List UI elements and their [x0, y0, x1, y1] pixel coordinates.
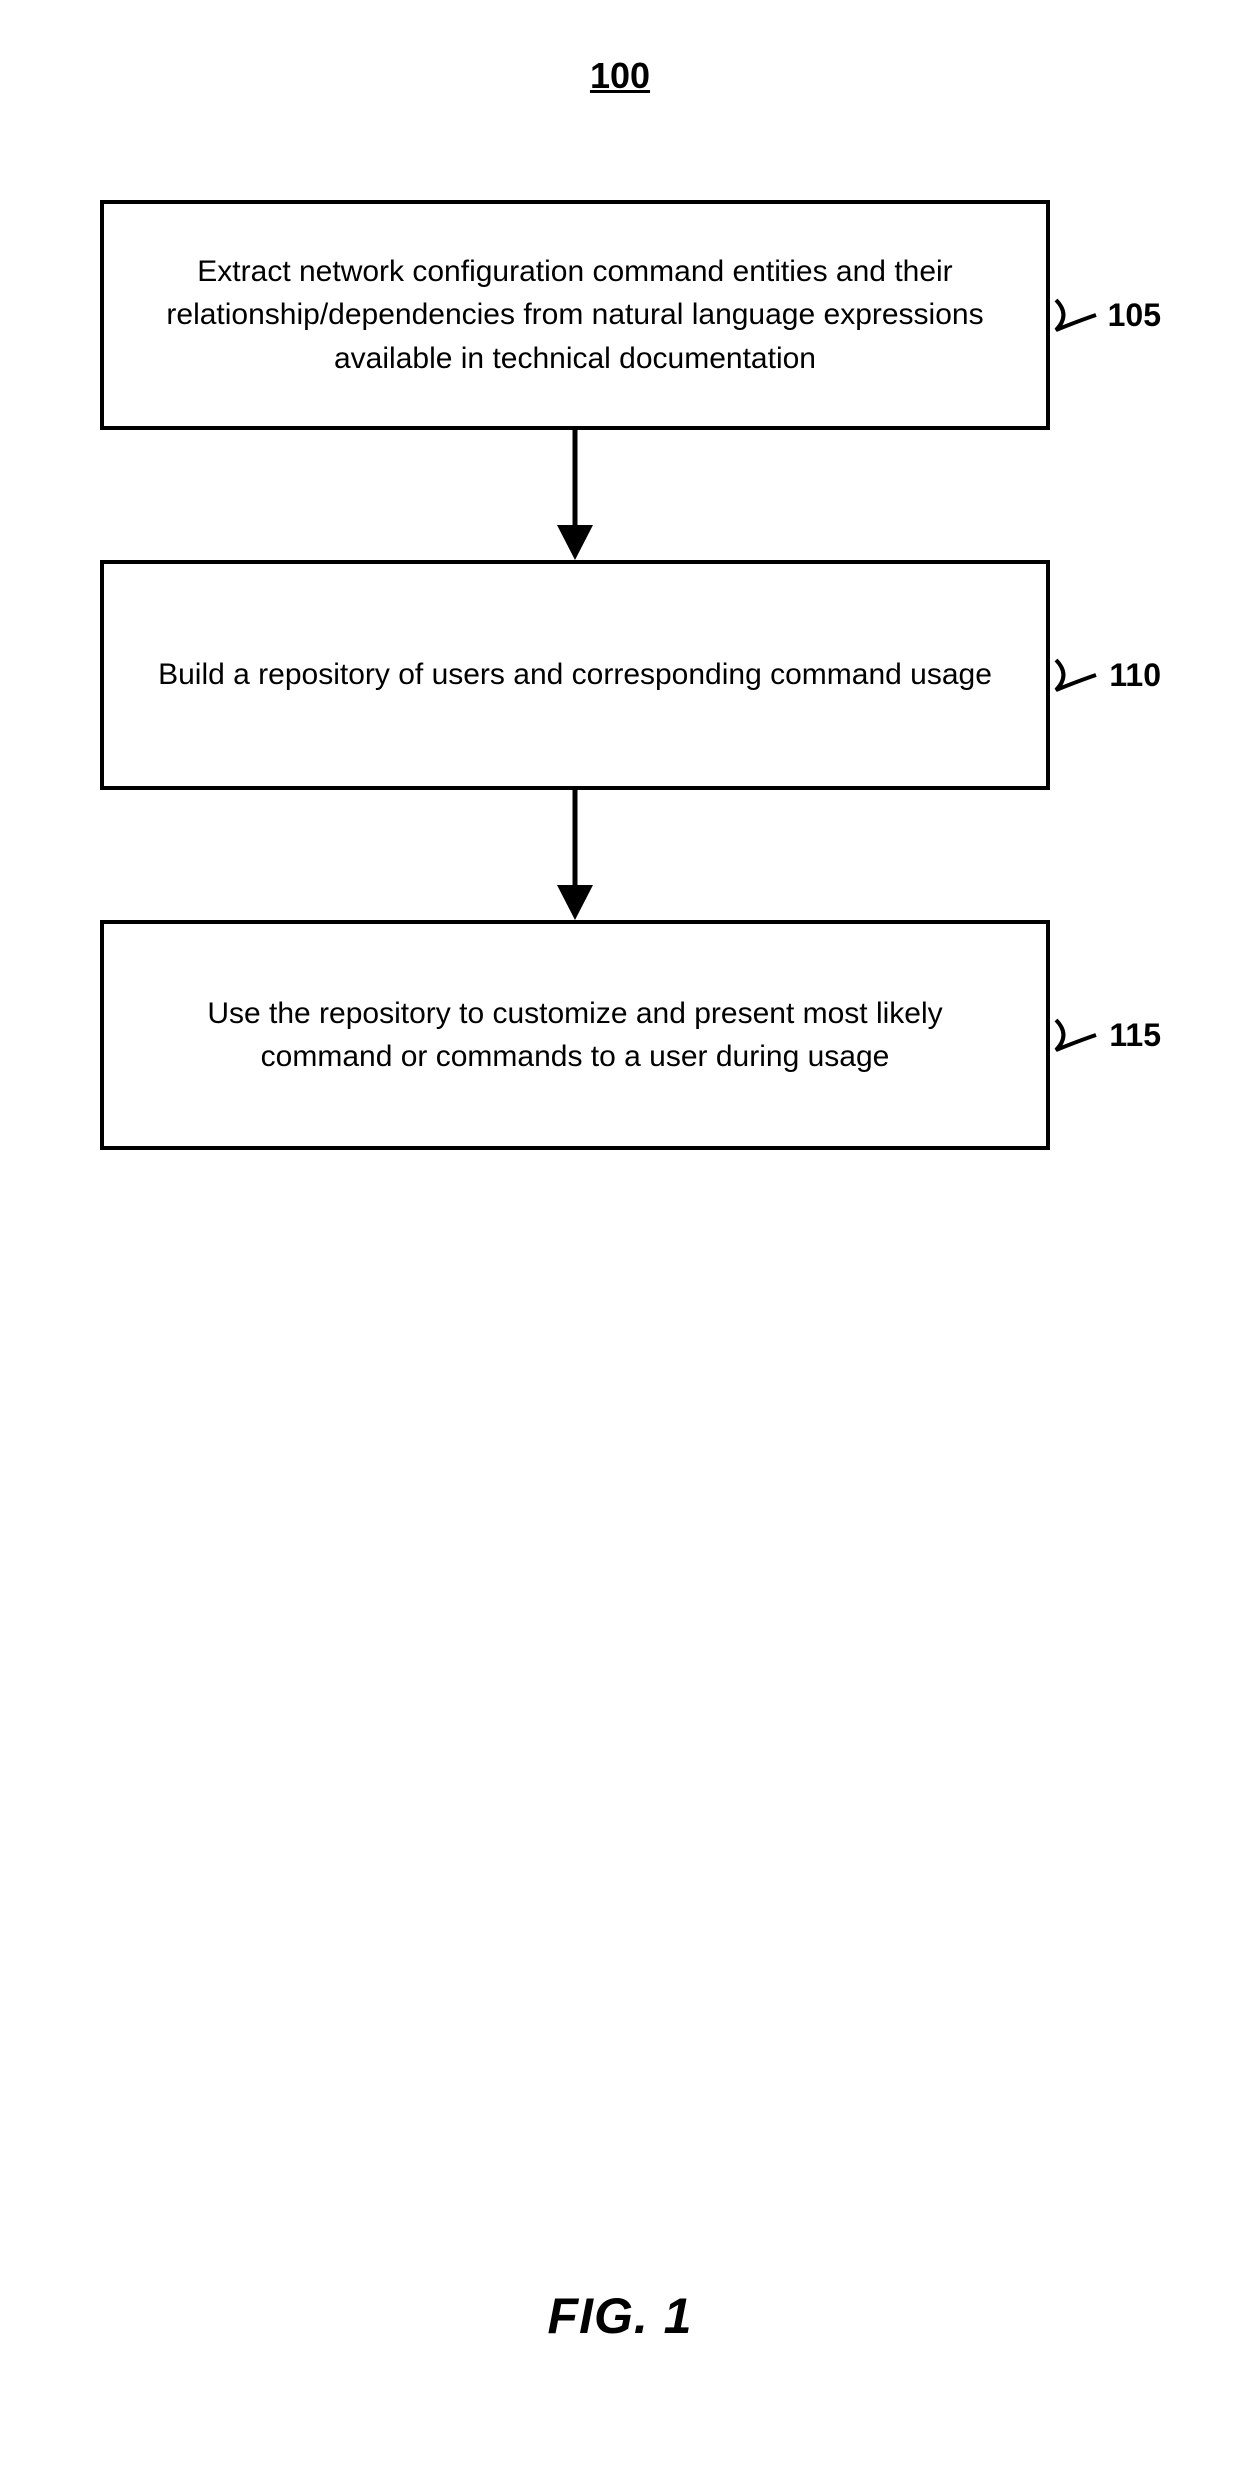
- step-label: 110: [1109, 652, 1161, 698]
- label-connector-icon: [1051, 650, 1101, 700]
- flowchart-step-3: Use the repository to customize and pres…: [100, 920, 1050, 1150]
- flowchart-container: Extract network configuration command en…: [100, 200, 1050, 1150]
- figure-number: 100: [590, 55, 650, 97]
- step-label: 105: [1108, 292, 1161, 338]
- arrow-head-icon: [557, 525, 593, 560]
- step-text: Extract network configuration command en…: [154, 250, 996, 381]
- arrow-1: [100, 430, 1050, 560]
- arrow-line-icon: [573, 430, 578, 530]
- step-text: Build a repository of users and correspo…: [158, 653, 992, 697]
- arrow-line-icon: [573, 790, 578, 890]
- label-connector-icon: [1051, 1010, 1101, 1060]
- arrow-head-icon: [557, 885, 593, 920]
- figure-caption: FIG. 1: [548, 2287, 693, 2345]
- step-label: 115: [1109, 1012, 1161, 1058]
- step-text: Use the repository to customize and pres…: [154, 992, 996, 1079]
- arrow-2: [100, 790, 1050, 920]
- label-connector-icon: [1051, 290, 1101, 340]
- flowchart-step-2: Build a repository of users and correspo…: [100, 560, 1050, 790]
- flowchart-step-1: Extract network configuration command en…: [100, 200, 1050, 430]
